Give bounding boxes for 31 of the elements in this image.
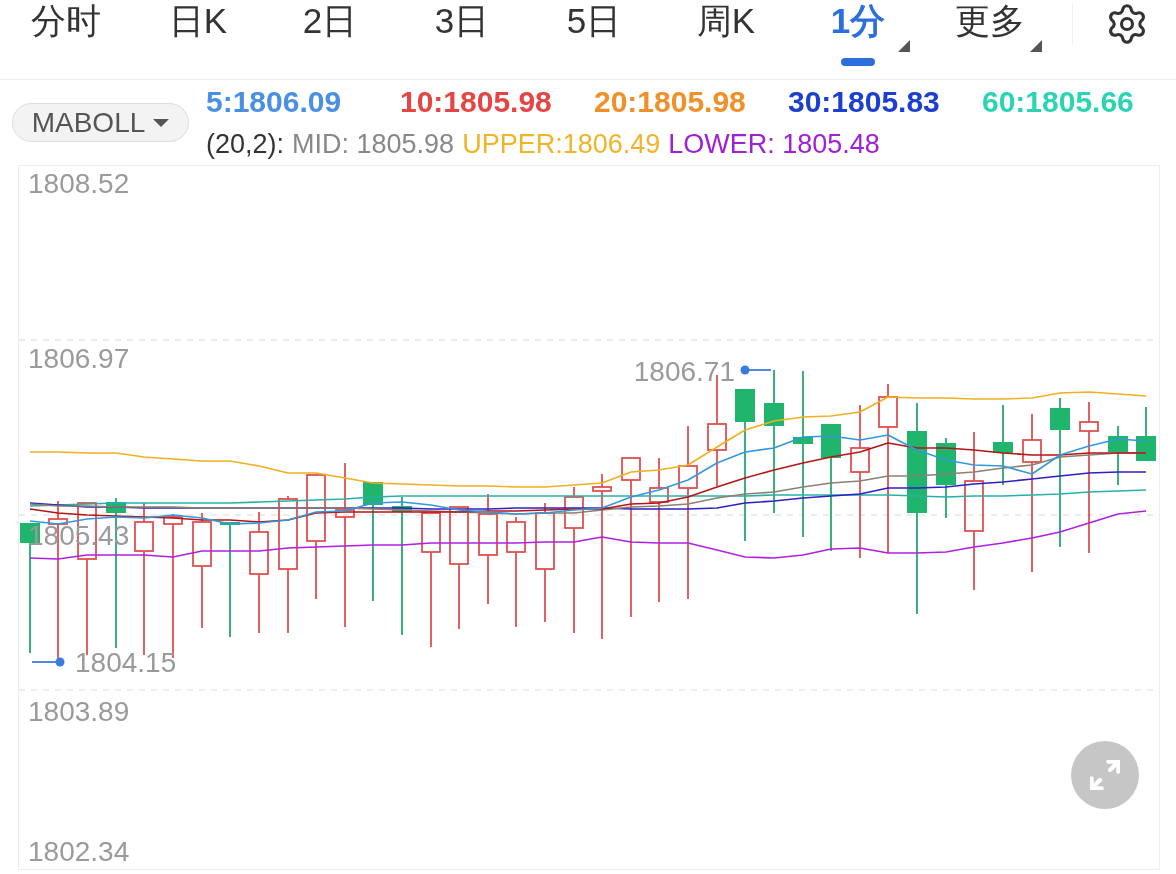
tab[interactable]: 3日 bbox=[396, 0, 528, 80]
bollinger-value: UPPER:1806.49 bbox=[462, 127, 661, 161]
selected-tab-indicator bbox=[841, 58, 875, 66]
y-axis-label: 1808.52 bbox=[28, 168, 130, 200]
bollinger-value: LOWER: 1805.48 bbox=[668, 127, 880, 161]
tab[interactable]: 5日 bbox=[528, 0, 660, 80]
price-marker-leader bbox=[740, 365, 772, 375]
tab[interactable]: 周K bbox=[660, 0, 792, 80]
y-axis-label: 1806.97 bbox=[28, 343, 130, 375]
moving-average-value: 30:1805.83 bbox=[788, 84, 940, 118]
tab[interactable]: 分时 bbox=[0, 0, 132, 80]
y-axis-label: 1803.89 bbox=[28, 696, 130, 728]
moving-average-value: 5:1806.09 bbox=[206, 84, 342, 118]
tab[interactable]: 日K bbox=[132, 0, 264, 80]
tab[interactable]: 更多 bbox=[924, 0, 1056, 80]
candlestick bbox=[1108, 425, 1128, 486]
moving-average-value: 60:1805.66 bbox=[982, 84, 1134, 118]
moving-average-value: 20:1805.98 bbox=[594, 84, 746, 118]
moving-average-value: 10:1805.98 bbox=[400, 84, 552, 118]
low-price-label: 1804.15 bbox=[75, 647, 177, 679]
y-axis-label: 1802.34 bbox=[28, 836, 130, 868]
high-price-label: 1806.71 bbox=[633, 356, 735, 388]
bollinger-value: (20,2): bbox=[206, 127, 285, 161]
tab[interactable]: 1分 bbox=[792, 0, 924, 80]
candlestick bbox=[1136, 406, 1156, 462]
expand-icon bbox=[1090, 760, 1120, 790]
caret-icon bbox=[153, 118, 170, 127]
bollinger-value: MID: 1805.98 bbox=[292, 127, 455, 161]
price-marker-leader bbox=[31, 657, 65, 667]
indicator-dropdown[interactable]: MABOLL bbox=[12, 103, 189, 142]
tab[interactable]: 2日 bbox=[264, 0, 396, 80]
